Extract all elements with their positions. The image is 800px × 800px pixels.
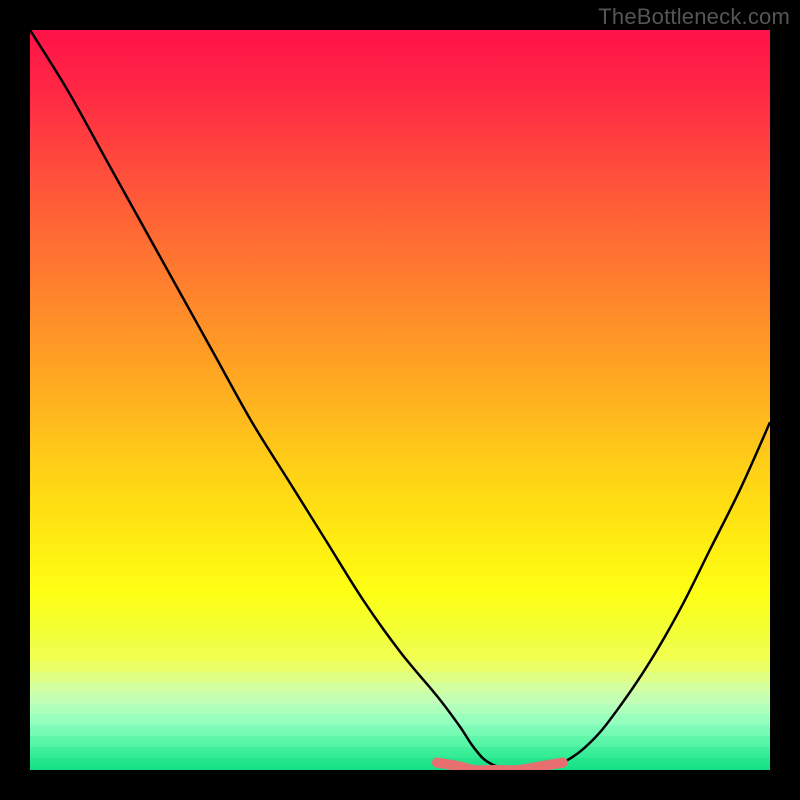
- chart-frame: TheBottleneck.com: [0, 0, 800, 800]
- watermark-text: TheBottleneck.com: [598, 4, 790, 30]
- curve-path: [30, 30, 770, 770]
- plot-area: [30, 30, 770, 770]
- bottleneck-curve: [30, 30, 770, 770]
- dip-marker-path: [437, 763, 563, 770]
